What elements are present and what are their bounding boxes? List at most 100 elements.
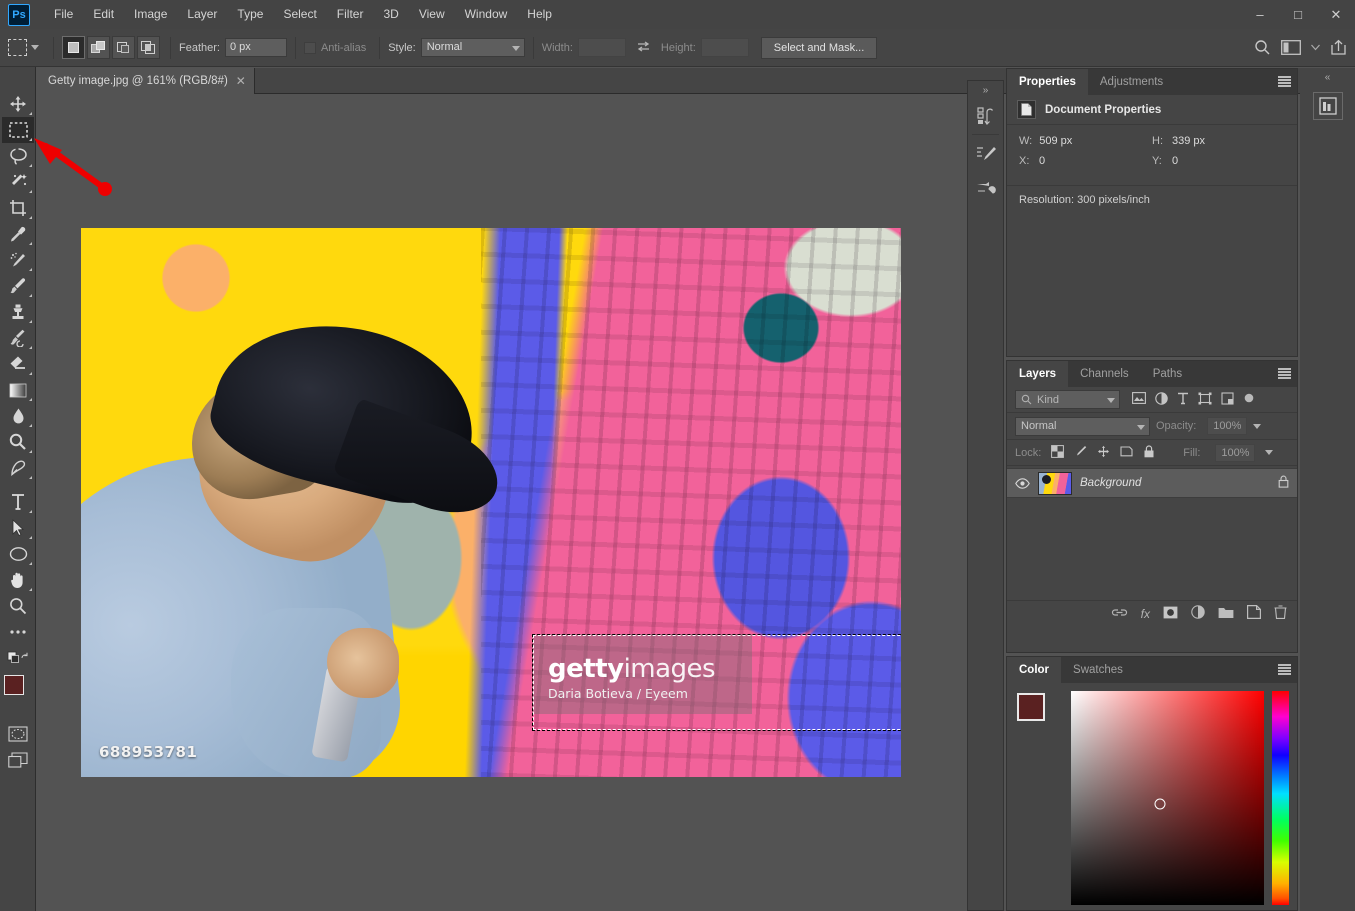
new-selection-button[interactable] bbox=[62, 36, 85, 59]
workspace-switcher-icon[interactable] bbox=[1281, 40, 1301, 55]
menu-image[interactable]: Image bbox=[124, 0, 177, 29]
brushes-panel-icon[interactable] bbox=[968, 170, 1003, 203]
maximize-button[interactable]: □ bbox=[1279, 0, 1317, 29]
default-foreground-background-icon[interactable] bbox=[2, 645, 34, 671]
color-swatches[interactable] bbox=[2, 675, 35, 709]
expand-panels-icon[interactable]: » bbox=[968, 81, 1003, 99]
height-field[interactable]: H: 339 px bbox=[1152, 135, 1285, 147]
ellipse-tool[interactable] bbox=[2, 541, 34, 567]
menu-select[interactable]: Select bbox=[273, 0, 326, 29]
new-group-icon[interactable] bbox=[1218, 606, 1234, 622]
pen-tool[interactable] bbox=[2, 455, 34, 481]
filter-pixel-icon[interactable] bbox=[1132, 392, 1146, 407]
image-canvas[interactable]: gettyimages Daria Botieva / Eyeem 688953… bbox=[81, 228, 901, 777]
menu-window[interactable]: Window bbox=[455, 0, 518, 29]
add-layer-mask-icon[interactable] bbox=[1163, 606, 1178, 622]
delete-layer-icon[interactable] bbox=[1274, 605, 1287, 622]
layer-name[interactable]: Background bbox=[1080, 477, 1270, 489]
feather-input[interactable]: 0 px bbox=[224, 38, 287, 57]
share-icon[interactable] bbox=[1330, 39, 1347, 56]
blend-mode-select[interactable]: Normal bbox=[1015, 416, 1150, 436]
height-input[interactable] bbox=[700, 38, 749, 57]
menu-filter[interactable]: Filter bbox=[327, 0, 374, 29]
panel-menu-icon[interactable] bbox=[1278, 368, 1291, 379]
tab-swatches[interactable]: Swatches bbox=[1061, 657, 1135, 683]
layer-visibility-eye-icon[interactable] bbox=[1015, 477, 1030, 489]
select-and-mask-button[interactable]: Select and Mask... bbox=[760, 36, 878, 59]
dodge-tool[interactable] bbox=[2, 429, 34, 455]
blur-tool[interactable] bbox=[2, 403, 34, 429]
magic-wand-tool[interactable] bbox=[2, 169, 34, 195]
menu-edit[interactable]: Edit bbox=[83, 0, 124, 29]
filter-type-icon[interactable] bbox=[1177, 392, 1189, 408]
tab-channels[interactable]: Channels bbox=[1068, 361, 1141, 387]
eyedropper-tool[interactable] bbox=[2, 221, 34, 247]
tool-preset-picker[interactable] bbox=[8, 39, 45, 56]
brush-tool[interactable] bbox=[2, 273, 34, 299]
hand-tool[interactable] bbox=[2, 567, 34, 593]
history-panel-icon[interactable] bbox=[968, 99, 1003, 132]
table-row[interactable]: Background bbox=[1007, 468, 1297, 498]
close-button[interactable]: ✕ bbox=[1317, 0, 1355, 29]
eraser-tool[interactable] bbox=[2, 351, 34, 377]
lock-transparent-pixels-icon[interactable] bbox=[1051, 444, 1065, 461]
filter-smart-object-icon[interactable] bbox=[1221, 391, 1234, 408]
width-field[interactable]: W: 509 px bbox=[1019, 135, 1152, 147]
y-field[interactable]: Y: 0 bbox=[1152, 155, 1285, 167]
chevron-down-icon[interactable] bbox=[1265, 450, 1274, 455]
gradient-tool[interactable] bbox=[2, 377, 34, 403]
intersect-with-selection-button[interactable] bbox=[137, 36, 160, 59]
panel-menu-icon[interactable] bbox=[1278, 76, 1291, 87]
menu-help[interactable]: Help bbox=[517, 0, 562, 29]
tab-properties[interactable]: Properties bbox=[1007, 69, 1088, 95]
layer-filter-kind-select[interactable]: Kind bbox=[1015, 390, 1120, 409]
layer-list[interactable]: Background bbox=[1007, 466, 1297, 600]
link-layers-icon[interactable] bbox=[1111, 607, 1128, 621]
width-input[interactable] bbox=[577, 38, 626, 57]
foreground-color-swatch[interactable] bbox=[1017, 693, 1045, 721]
menu-3d[interactable]: 3D bbox=[373, 0, 408, 29]
spot-healing-brush-tool[interactable] bbox=[2, 247, 34, 273]
menu-view[interactable]: View bbox=[409, 0, 455, 29]
new-adjustment-layer-icon[interactable] bbox=[1191, 605, 1205, 622]
clone-stamp-tool[interactable] bbox=[2, 299, 34, 325]
collapse-panels-right-icon[interactable]: « bbox=[1300, 68, 1355, 86]
history-brush-tool[interactable] bbox=[2, 325, 34, 351]
filter-adjustment-icon[interactable] bbox=[1155, 391, 1168, 408]
menu-layer[interactable]: Layer bbox=[177, 0, 227, 29]
layer-lock-icon[interactable] bbox=[1278, 475, 1289, 491]
filter-shape-icon[interactable] bbox=[1198, 392, 1212, 408]
crop-tool[interactable] bbox=[2, 195, 34, 221]
tab-color[interactable]: Color bbox=[1007, 657, 1062, 683]
minimize-button[interactable]: – bbox=[1241, 0, 1279, 29]
screen-mode-icon[interactable] bbox=[2, 747, 34, 773]
fill-input[interactable]: 100% bbox=[1215, 443, 1256, 462]
hue-slider[interactable] bbox=[1272, 691, 1289, 905]
menu-type[interactable]: Type bbox=[227, 0, 273, 29]
layer-thumbnail[interactable] bbox=[1038, 471, 1072, 495]
canvas-area[interactable]: gettyimages Daria Botieva / Eyeem 688953… bbox=[36, 94, 946, 911]
foreground-color-swatch[interactable] bbox=[4, 675, 24, 695]
layer-style-fx-icon[interactable]: fx bbox=[1141, 607, 1150, 621]
move-tool[interactable] bbox=[2, 91, 34, 117]
type-tool[interactable] bbox=[2, 489, 34, 515]
tab-adjustments[interactable]: Adjustments bbox=[1087, 69, 1176, 95]
menu-file[interactable]: File bbox=[44, 0, 83, 29]
anti-alias-checkbox[interactable] bbox=[303, 41, 316, 54]
lasso-tool[interactable] bbox=[2, 143, 34, 169]
search-icon[interactable] bbox=[1254, 39, 1271, 56]
path-selection-tool[interactable] bbox=[2, 515, 34, 541]
style-select[interactable]: Normal bbox=[420, 38, 525, 57]
brush-settings-panel-icon[interactable] bbox=[968, 137, 1003, 170]
new-layer-icon[interactable] bbox=[1247, 605, 1261, 622]
saturation-value-ramp[interactable] bbox=[1071, 691, 1264, 905]
lock-all-icon[interactable] bbox=[1143, 444, 1155, 461]
panel-menu-icon[interactable] bbox=[1278, 664, 1291, 675]
add-to-selection-button[interactable] bbox=[87, 36, 110, 59]
chevron-down-icon[interactable] bbox=[1253, 423, 1262, 429]
document-tab[interactable]: Getty image.jpg @ 161% (RGB/8#) ✕ bbox=[36, 68, 255, 94]
opacity-input[interactable]: 100% bbox=[1207, 417, 1248, 435]
zoom-tool[interactable] bbox=[2, 593, 34, 619]
close-icon[interactable]: ✕ bbox=[236, 74, 246, 88]
subtract-from-selection-button[interactable] bbox=[112, 36, 135, 59]
